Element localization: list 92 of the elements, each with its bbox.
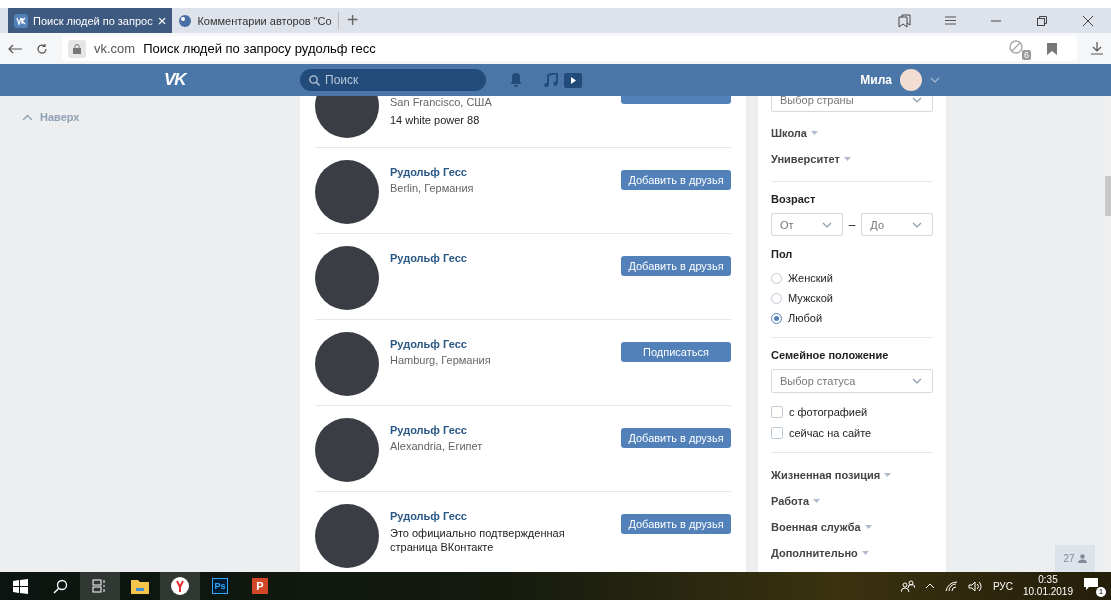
person-name-link[interactable]: Рудольф Гесс [390,338,467,350]
radio-label[interactable]: Любой [788,312,823,324]
browser-logo-icon[interactable] [171,577,189,595]
add-friend-button[interactable]: Добавить в друзья [621,514,731,534]
radio-label[interactable]: Женский [788,272,833,284]
person-location: Berlin, Германия [390,181,475,196]
filter-expander[interactable]: Дополнительно [771,540,933,566]
lock-icon [73,43,81,54]
close-tab-icon[interactable]: × [157,13,167,28]
dropdown-field[interactable]: Выбор страны [771,96,933,112]
filter-expander[interactable]: Военная служба [771,514,933,540]
chevron-down-icon [821,221,832,228]
restore-icon[interactable] [1037,15,1047,26]
people-icon[interactable] [900,580,915,592]
person-name-link[interactable]: Рудольф Гесс [390,510,467,522]
caret-icon [843,157,851,161]
person-name-link[interactable]: Рудольф Гесс [390,424,467,436]
task-view-icon[interactable] [92,579,108,593]
chevron-up-icon[interactable] [924,583,935,589]
address-bar[interactable]: vk.com Поиск людей по запросу рудольф гесс 6 [62,36,1077,61]
folder-icon[interactable] [131,578,149,594]
search-icon[interactable] [52,578,68,594]
user-name[interactable]: Мила [860,73,892,87]
person-name-link[interactable]: Рудольф Гесс [390,252,467,264]
notification-icon[interactable] [1083,576,1099,592]
add-friend-button[interactable]: Добавить в друзья [621,170,731,190]
chevron-down-icon [912,378,922,384]
site-favicon [14,13,28,28]
caret-icon [884,473,892,477]
speaker-icon[interactable] [967,580,983,592]
dropdown-field[interactable]: Выбор статуса [771,369,933,393]
filter-heading: Пол [771,247,794,262]
caret-icon [864,525,872,529]
site-logo[interactable]: VK [164,70,200,90]
browser-tab[interactable]: Комментарии авторов "Co [172,8,338,33]
ad-block-icon[interactable] [1009,39,1025,56]
age-to-dropdown[interactable]: До [861,213,933,236]
add-friend-button[interactable]: Добавить в друзья [621,256,731,276]
checkbox-label[interactable]: сейчас на сайте [789,426,872,439]
person-status: Это официально подтвержденная страница ВКонтакте [390,526,566,554]
filter-expander[interactable]: Школа [771,120,933,146]
filter-expander[interactable]: Жизненная позиция [771,462,933,488]
back-arrow-icon[interactable] [8,43,22,54]
age-from-dropdown[interactable]: От [771,213,843,236]
person-location: Hamburg, Германия [390,353,492,368]
video-play-icon[interactable] [564,72,582,88]
windows-logo-icon[interactable] [12,578,28,594]
chevron-down-icon [930,77,940,83]
checkbox[interactable] [771,426,783,439]
user-avatar[interactable] [900,69,922,91]
caret-icon [813,499,821,503]
checkbox[interactable] [771,405,783,418]
reload-icon[interactable] [36,42,48,55]
range-dash: – [848,217,856,232]
add-friend-button[interactable]: Добавить в друзья [621,428,731,448]
blocked-count: 6 [1022,49,1031,60]
caret-icon [810,131,818,135]
clock[interactable]: 0:35 10.01.2019 [1022,574,1073,598]
close-icon[interactable] [1083,15,1093,26]
bookmarks-icon[interactable] [897,13,911,28]
chevron-down-icon [912,221,922,228]
caret-icon [861,551,869,555]
person-icon [1077,554,1087,563]
filter-expander[interactable]: Работа [771,488,933,514]
powerpoint-app-icon[interactable]: P [252,578,268,594]
person-status: 14 white power 88 [390,113,481,127]
browser-tab[interactable]: Поиск людей по запрос × [8,8,173,33]
language-indicator[interactable]: РУС [992,580,1013,592]
url-domain: vk.com [94,41,136,56]
download-icon[interactable] [1091,42,1103,55]
filter-heading: Возраст [771,192,817,207]
person-location: San Francisco, США [390,96,493,110]
add-friend-button[interactable]: Подписаться [621,342,731,362]
filter-expander[interactable]: Университет [771,146,933,172]
new-tab-button[interactable]: + [337,12,367,29]
chevron-down-icon [912,97,922,103]
search-field[interactable]: Поиск [300,69,486,91]
radio-label[interactable]: Мужской [788,292,833,304]
search-icon [309,74,320,86]
bookmark-icon[interactable] [1047,42,1057,55]
chevron-up-icon [22,113,33,121]
notification-count: 1 [1096,587,1106,597]
globe-favicon [178,13,193,28]
photoshop-app-icon[interactable]: Ps [212,578,228,594]
wifi-icon[interactable] [944,580,958,592]
page-title: Поиск людей по запросу рудольф гесс [143,41,376,56]
filter-heading: Семейное положение [771,348,890,363]
person-name-link[interactable]: Рудольф Гесс [390,166,467,178]
scrollbar-thumb[interactable] [1105,176,1111,216]
menu-icon[interactable] [944,16,956,25]
checkbox-label[interactable]: с фотографией [789,405,868,418]
person-location: Alexandria, Египет [390,439,484,454]
